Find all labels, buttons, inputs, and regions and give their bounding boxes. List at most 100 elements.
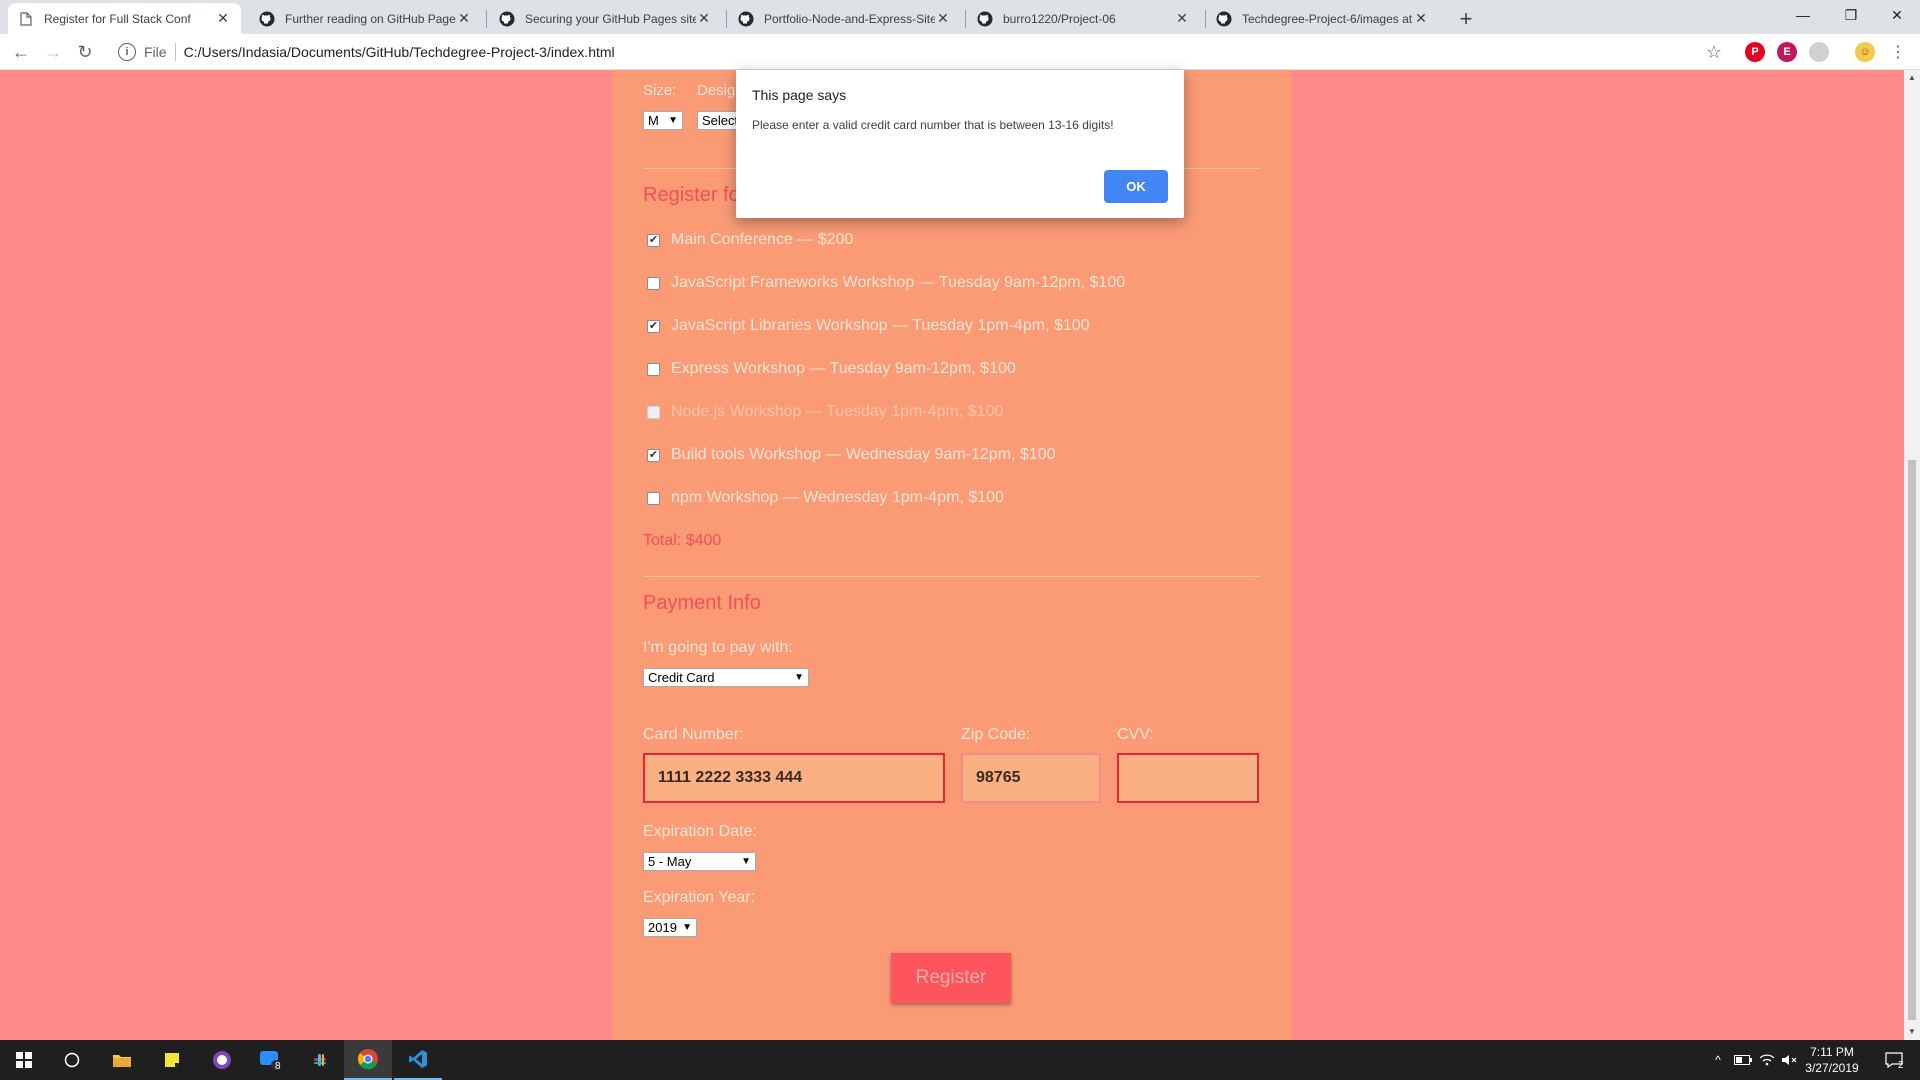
- slack-icon[interactable]: [296, 1040, 344, 1080]
- battery-icon[interactable]: [1732, 1040, 1754, 1080]
- page-scrollbar[interactable]: ▲ ▼: [1904, 70, 1920, 1040]
- zip-code-label: Zip Code:: [961, 726, 1031, 743]
- tab-strip: Register for Full Stack Conf ✕ Further r…: [0, 0, 1920, 34]
- scroll-up-icon[interactable]: ▲: [1904, 70, 1920, 86]
- ok-button[interactable]: OK: [1104, 170, 1168, 203]
- cortana-search-icon[interactable]: [48, 1040, 96, 1080]
- checkbox[interactable]: [647, 362, 660, 376]
- profile-avatar-icon[interactable]: ☺: [1855, 42, 1875, 62]
- checkbox[interactable]: ✔: [647, 448, 660, 462]
- checkbox[interactable]: ✔: [647, 319, 660, 333]
- app-purple-icon[interactable]: [198, 1040, 246, 1080]
- action-center-icon[interactable]: 2: [1874, 1040, 1914, 1080]
- close-icon[interactable]: ✕: [1413, 10, 1429, 27]
- tab-securing-pages[interactable]: Securing your GitHub Pages site ✕: [489, 3, 722, 34]
- checkbox: [647, 405, 660, 419]
- scroll-down-icon[interactable]: ▼: [1904, 1024, 1920, 1040]
- register-button[interactable]: Register: [891, 953, 1011, 1003]
- activity-label: Express Workshop — Tuesday 9am-12pm, $10…: [671, 360, 1016, 377]
- checkbox[interactable]: [647, 276, 660, 290]
- close-icon[interactable]: ✕: [935, 10, 951, 27]
- menu-dots-icon[interactable]: ⋮: [1884, 38, 1912, 66]
- activity-item[interactable]: ✔ Main Conference — $200: [643, 229, 853, 251]
- checkbox[interactable]: ✔: [647, 233, 660, 247]
- tray-chevron-up-icon[interactable]: ^: [1708, 1040, 1728, 1080]
- expiration-month-select[interactable]: 5 - May ▼: [643, 852, 756, 871]
- sticky-notes-icon[interactable]: [148, 1040, 196, 1080]
- chevron-down-icon: ▼: [668, 115, 678, 126]
- restore-icon[interactable]: ❐: [1828, 0, 1874, 30]
- scroll-thumb[interactable]: [1908, 460, 1916, 1020]
- github-icon: [499, 11, 515, 27]
- tab-github-pages-reading[interactable]: Further reading on GitHub Pages ✕: [249, 3, 482, 34]
- browser-toolbar: ← → ↻ i File C:/Users/Indasia/Documents/…: [0, 34, 1920, 70]
- dialog-title: This page says: [752, 87, 847, 103]
- activity-item[interactable]: ✔ Build tools Workshop — Wednesday 9am-1…: [643, 444, 1056, 466]
- extension-gray-icon[interactable]: [1809, 42, 1829, 62]
- zip-code-value: 98765: [976, 769, 1021, 786]
- tab-project-06[interactable]: burro1220/Project-06 ✕: [967, 3, 1200, 34]
- taskbar-clock[interactable]: 7:11 PM 3/27/2019: [1796, 1044, 1868, 1076]
- activity-label: npm Workshop — Wednesday 1pm-4pm, $100: [671, 489, 1004, 506]
- chevron-down-icon: ▼: [682, 922, 692, 933]
- cvv-field[interactable]: [1117, 753, 1259, 803]
- tab-portfolio[interactable]: Portfolio-Node-and-Express-Site ✕: [728, 3, 961, 34]
- extension-icon[interactable]: E: [1777, 42, 1797, 62]
- chevron-down-icon: ▼: [794, 672, 804, 683]
- wifi-icon[interactable]: [1756, 1040, 1778, 1080]
- window-close-icon[interactable]: ✕: [1874, 0, 1920, 30]
- close-icon[interactable]: ✕: [696, 10, 712, 27]
- payment-title: Payment Info: [643, 592, 761, 614]
- vscode-icon[interactable]: [394, 1040, 442, 1080]
- zip-code-field[interactable]: 98765: [961, 753, 1101, 803]
- github-icon: [259, 11, 275, 27]
- activity-item[interactable]: ✔ JavaScript Libraries Workshop — Tuesda…: [643, 315, 1090, 337]
- address-bar[interactable]: i File C:/Users/Indasia/Documents/GitHub…: [108, 38, 1720, 66]
- activity-item[interactable]: npm Workshop — Wednesday 1pm-4pm, $100: [643, 487, 1004, 509]
- notification-count: 2: [1898, 1060, 1904, 1071]
- expiration-year-label: Expiration Year:: [643, 889, 756, 906]
- card-number-field[interactable]: 1111 2222 3333 444: [643, 753, 945, 803]
- payment-method-select[interactable]: Credit Card ▼: [643, 668, 809, 687]
- reload-icon[interactable]: ↻: [71, 38, 99, 66]
- close-icon[interactable]: ✕: [1174, 10, 1190, 27]
- activity-item[interactable]: JavaScript Frameworks Workshop — Tuesday…: [643, 272, 1125, 294]
- tab-title: burro1220/Project-06: [1003, 11, 1116, 26]
- size-label: Size:: [643, 82, 677, 99]
- forward-arrow-icon[interactable]: →: [39, 38, 67, 66]
- windows-start-icon[interactable]: [0, 1040, 48, 1080]
- checkbox[interactable]: [647, 491, 660, 505]
- minimize-icon[interactable]: —: [1780, 0, 1826, 30]
- tab-techdegree-images[interactable]: Techdegree-Project-6/images at ✕: [1206, 3, 1439, 34]
- messenger-icon[interactable]: 8: [246, 1040, 294, 1080]
- file-explorer-icon[interactable]: [98, 1040, 146, 1080]
- tab-title: Register for Full Stack Conf: [44, 11, 191, 26]
- close-icon[interactable]: ✕: [215, 10, 231, 27]
- close-icon[interactable]: ✕: [456, 10, 472, 27]
- card-number-label: Card Number:: [643, 726, 744, 743]
- expiration-year-select[interactable]: 2019 ▼: [643, 918, 697, 937]
- messenger-badge: 8: [275, 1061, 281, 1072]
- chevron-down-icon: ▼: [741, 856, 751, 867]
- pay-with-label: I'm going to pay with:: [643, 639, 793, 656]
- activity-label: JavaScript Libraries Workshop — Tuesday …: [671, 317, 1090, 334]
- cvv-label: CVV:: [1117, 726, 1154, 743]
- tab-separator: [726, 10, 727, 28]
- pinterest-icon[interactable]: P: [1745, 42, 1765, 62]
- size-select[interactable]: M ▼: [643, 111, 683, 130]
- chrome-icon[interactable]: [344, 1040, 392, 1080]
- star-icon[interactable]: ☆: [1700, 38, 1728, 66]
- card-number-value: 1111 2222 3333 444: [658, 769, 803, 786]
- tab-register[interactable]: Register for Full Stack Conf ✕: [8, 3, 241, 34]
- new-tab-button[interactable]: +: [1452, 5, 1480, 33]
- back-arrow-icon[interactable]: ←: [7, 38, 35, 66]
- expiration-date-label: Expiration Date:: [643, 823, 757, 840]
- size-value: M: [648, 113, 659, 128]
- activity-item[interactable]: Express Workshop — Tuesday 9am-12pm, $10…: [643, 358, 1016, 380]
- info-icon[interactable]: i: [118, 43, 136, 61]
- clock-time: 7:11 PM: [1810, 1045, 1854, 1059]
- activity-label: Main Conference — $200: [671, 231, 854, 248]
- tab-separator: [965, 10, 966, 28]
- payment-method-value: Credit Card: [648, 670, 715, 685]
- activity-label: Build tools Workshop — Wednesday 9am-12p…: [671, 446, 1056, 463]
